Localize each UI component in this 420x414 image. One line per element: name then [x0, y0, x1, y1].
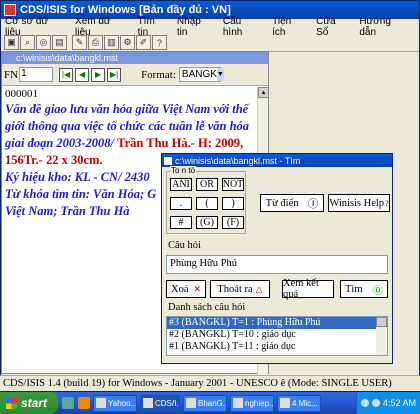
- window-icon: [164, 156, 172, 165]
- clear-button[interactable]: Xoá ✕: [166, 280, 206, 298]
- scroll-up-icon[interactable]: ▲: [258, 87, 269, 98]
- op-and-button[interactable]: ANI: [170, 178, 192, 191]
- taskbar-item-bhang[interactable]: BhanG...: [183, 394, 227, 412]
- quicklaunch-desktop-icon[interactable]: [62, 397, 74, 409]
- help-icon: ?: [385, 198, 389, 208]
- info-icon[interactable]: ?: [152, 35, 167, 50]
- op-open-paren-button[interactable]: (: [196, 197, 218, 210]
- dictionary-icon: Ⓘ: [307, 198, 319, 210]
- windows-logo-icon: [6, 397, 17, 409]
- op-f-button[interactable]: (F): [222, 216, 244, 229]
- search-icon[interactable]: ⌕: [20, 35, 35, 50]
- find-label: Tìm: [345, 283, 363, 295]
- search-dialog-title: c:\winisis\data\bangkl.mst - Tìm: [162, 154, 392, 167]
- clock[interactable]: 4:52 AM: [383, 398, 416, 408]
- fn-input[interactable]: 1: [19, 67, 54, 82]
- open-db-icon[interactable]: ▣: [4, 35, 19, 50]
- search-dialog: c:\winisis\data\bangkl.mst - Tìm To n tö…: [161, 153, 393, 364]
- word-icon: [280, 398, 290, 408]
- expert-search-icon[interactable]: ◎: [36, 35, 51, 50]
- help-label: Winisis Help: [329, 197, 385, 209]
- first-record-icon[interactable]: |◀: [59, 67, 74, 82]
- warning-icon: △: [255, 283, 263, 294]
- op-g-button[interactable]: (G): [196, 216, 218, 229]
- taskbar-item-cdsisis[interactable]: CDS/I...: [140, 394, 180, 412]
- op-close-paren-button[interactable]: ): [222, 197, 244, 210]
- record-callno: Ký hiệu kho: KL - CN/ 2430: [5, 170, 150, 184]
- exit-label: Thoát ra: [217, 283, 253, 295]
- print-icon[interactable]: ⎙: [88, 35, 103, 50]
- operators-caption: To n tö: [170, 166, 197, 175]
- taskbar-item-nghiep[interactable]: nghiep...: [230, 394, 274, 412]
- system-tray: 4:52 AM: [356, 392, 420, 414]
- browse-icon[interactable]: ▤: [52, 35, 67, 50]
- list-item[interactable]: #2 (BANGKL) T=10 : giáo dục: [167, 329, 387, 341]
- prev-record-icon[interactable]: ◀: [75, 67, 90, 82]
- operators-group: To n tö ANI OR NOT . ( ) # (G) (F): [166, 166, 246, 234]
- menu-help[interactable]: Hướng dẫn: [359, 16, 410, 38]
- last-record-icon[interactable]: ▶|: [107, 67, 122, 82]
- list-item[interactable]: #1 (BANGKL) T=11 : giáo dục: [167, 341, 387, 353]
- taskbar-item-yahoo[interactable]: Yahoo...: [93, 394, 137, 412]
- window-title: CDS/ISIS for Windows [Bản đầy đủ : VN]: [20, 4, 231, 16]
- exit-button[interactable]: Thoát ra △: [210, 280, 270, 298]
- save-icon[interactable]: ▥: [104, 35, 119, 50]
- next-record-icon[interactable]: ▶: [91, 67, 106, 82]
- dictionary-label: Từ điển: [265, 197, 299, 209]
- query-label: Câu hỏi: [168, 240, 201, 251]
- folder-icon: [233, 398, 243, 408]
- op-dot-button[interactable]: .: [170, 197, 192, 210]
- history-label: Danh sách câu hỏi: [168, 302, 246, 313]
- clear-icon: ✕: [193, 283, 201, 294]
- edit-icon[interactable]: ✎: [72, 35, 87, 50]
- history-scrollbar[interactable]: [376, 317, 387, 355]
- record-number: 000001: [5, 88, 38, 100]
- record-keywords-cont: Việt Nam; Trần Thu Hà: [5, 204, 130, 218]
- fn-label: FN: [4, 68, 19, 81]
- tray-volume-icon[interactable]: [360, 399, 369, 407]
- query-input[interactable]: Phùng Hữu Phú: [166, 255, 388, 274]
- scroll-up-icon[interactable]: [376, 317, 387, 327]
- format-label: Format:: [141, 68, 176, 81]
- record-keywords: Từ khóa tìm tin: Văn Hóa; G: [5, 187, 157, 201]
- query-history-list[interactable]: #3 (BANGKL) T=1 : Phùng Hữu Phú #2 (BANG…: [166, 316, 388, 356]
- list-item[interactable]: #3 (BANGKL) T=1 : Phùng Hữu Phú: [167, 317, 387, 329]
- format-select[interactable]: BANGK ▼: [178, 67, 224, 82]
- quicklaunch-firefox-icon[interactable]: [78, 397, 90, 409]
- op-or-button[interactable]: OR: [196, 178, 218, 191]
- record-window-title: c:\winisis\data\bangkl.mst: [2, 52, 268, 64]
- find-button[interactable]: Tìm ⓪: [340, 280, 388, 298]
- find-icon: ⓪: [373, 285, 383, 297]
- settings-icon[interactable]: ⚙: [120, 35, 135, 50]
- app-icon: [4, 4, 16, 16]
- winisis-help-button[interactable]: Winisis Help ?: [328, 194, 390, 212]
- view-results-label: Xem kết quả: [283, 278, 319, 300]
- menu-bar: Cơ sở dữ liệu Xem dữ liệu Tìm tin Nhập t…: [1, 16, 419, 38]
- menu-config[interactable]: Cấu hình: [223, 16, 263, 38]
- op-hash-button[interactable]: #: [170, 216, 192, 229]
- menu-window[interactable]: Cửa Sổ: [316, 16, 350, 38]
- taskbar: start Yahoo... CDS/I... BhanG... nghiep.…: [0, 392, 420, 414]
- record-toolbar: FN 1 |◀ ◀ ▶ ▶| Format: BANGK ▼: [2, 64, 268, 86]
- start-label: start: [21, 396, 48, 410]
- op-not-button[interactable]: NOT: [222, 178, 244, 191]
- format-value: BANGK: [181, 69, 217, 80]
- clear-label: Xoá: [171, 283, 189, 295]
- view-results-button[interactable]: Xem kết quả: [282, 278, 334, 300]
- search-dialog-title-text: c:\winisis\data\bangkl.mst - Tìm: [175, 155, 301, 166]
- tray-network-icon[interactable]: [371, 399, 380, 407]
- yahoo-icon: [96, 398, 106, 408]
- dictionary-button[interactable]: Từ điển Ⓘ: [260, 194, 324, 212]
- chevron-down-icon[interactable]: ▼: [216, 68, 224, 81]
- start-button[interactable]: start: [0, 392, 58, 414]
- pen-icon[interactable]: ✐: [136, 35, 151, 50]
- taskbar-item-mic[interactable]: 4 Mic...: [277, 394, 321, 412]
- folder-icon: [186, 398, 196, 408]
- menu-utilities[interactable]: Tiện ích: [272, 16, 307, 38]
- cdsisis-icon: [143, 398, 153, 408]
- status-bar: CDS/ISIS 1.4 (build 19) for Windows - Ja…: [0, 375, 420, 391]
- menu-entry[interactable]: Nhập tin: [177, 16, 214, 38]
